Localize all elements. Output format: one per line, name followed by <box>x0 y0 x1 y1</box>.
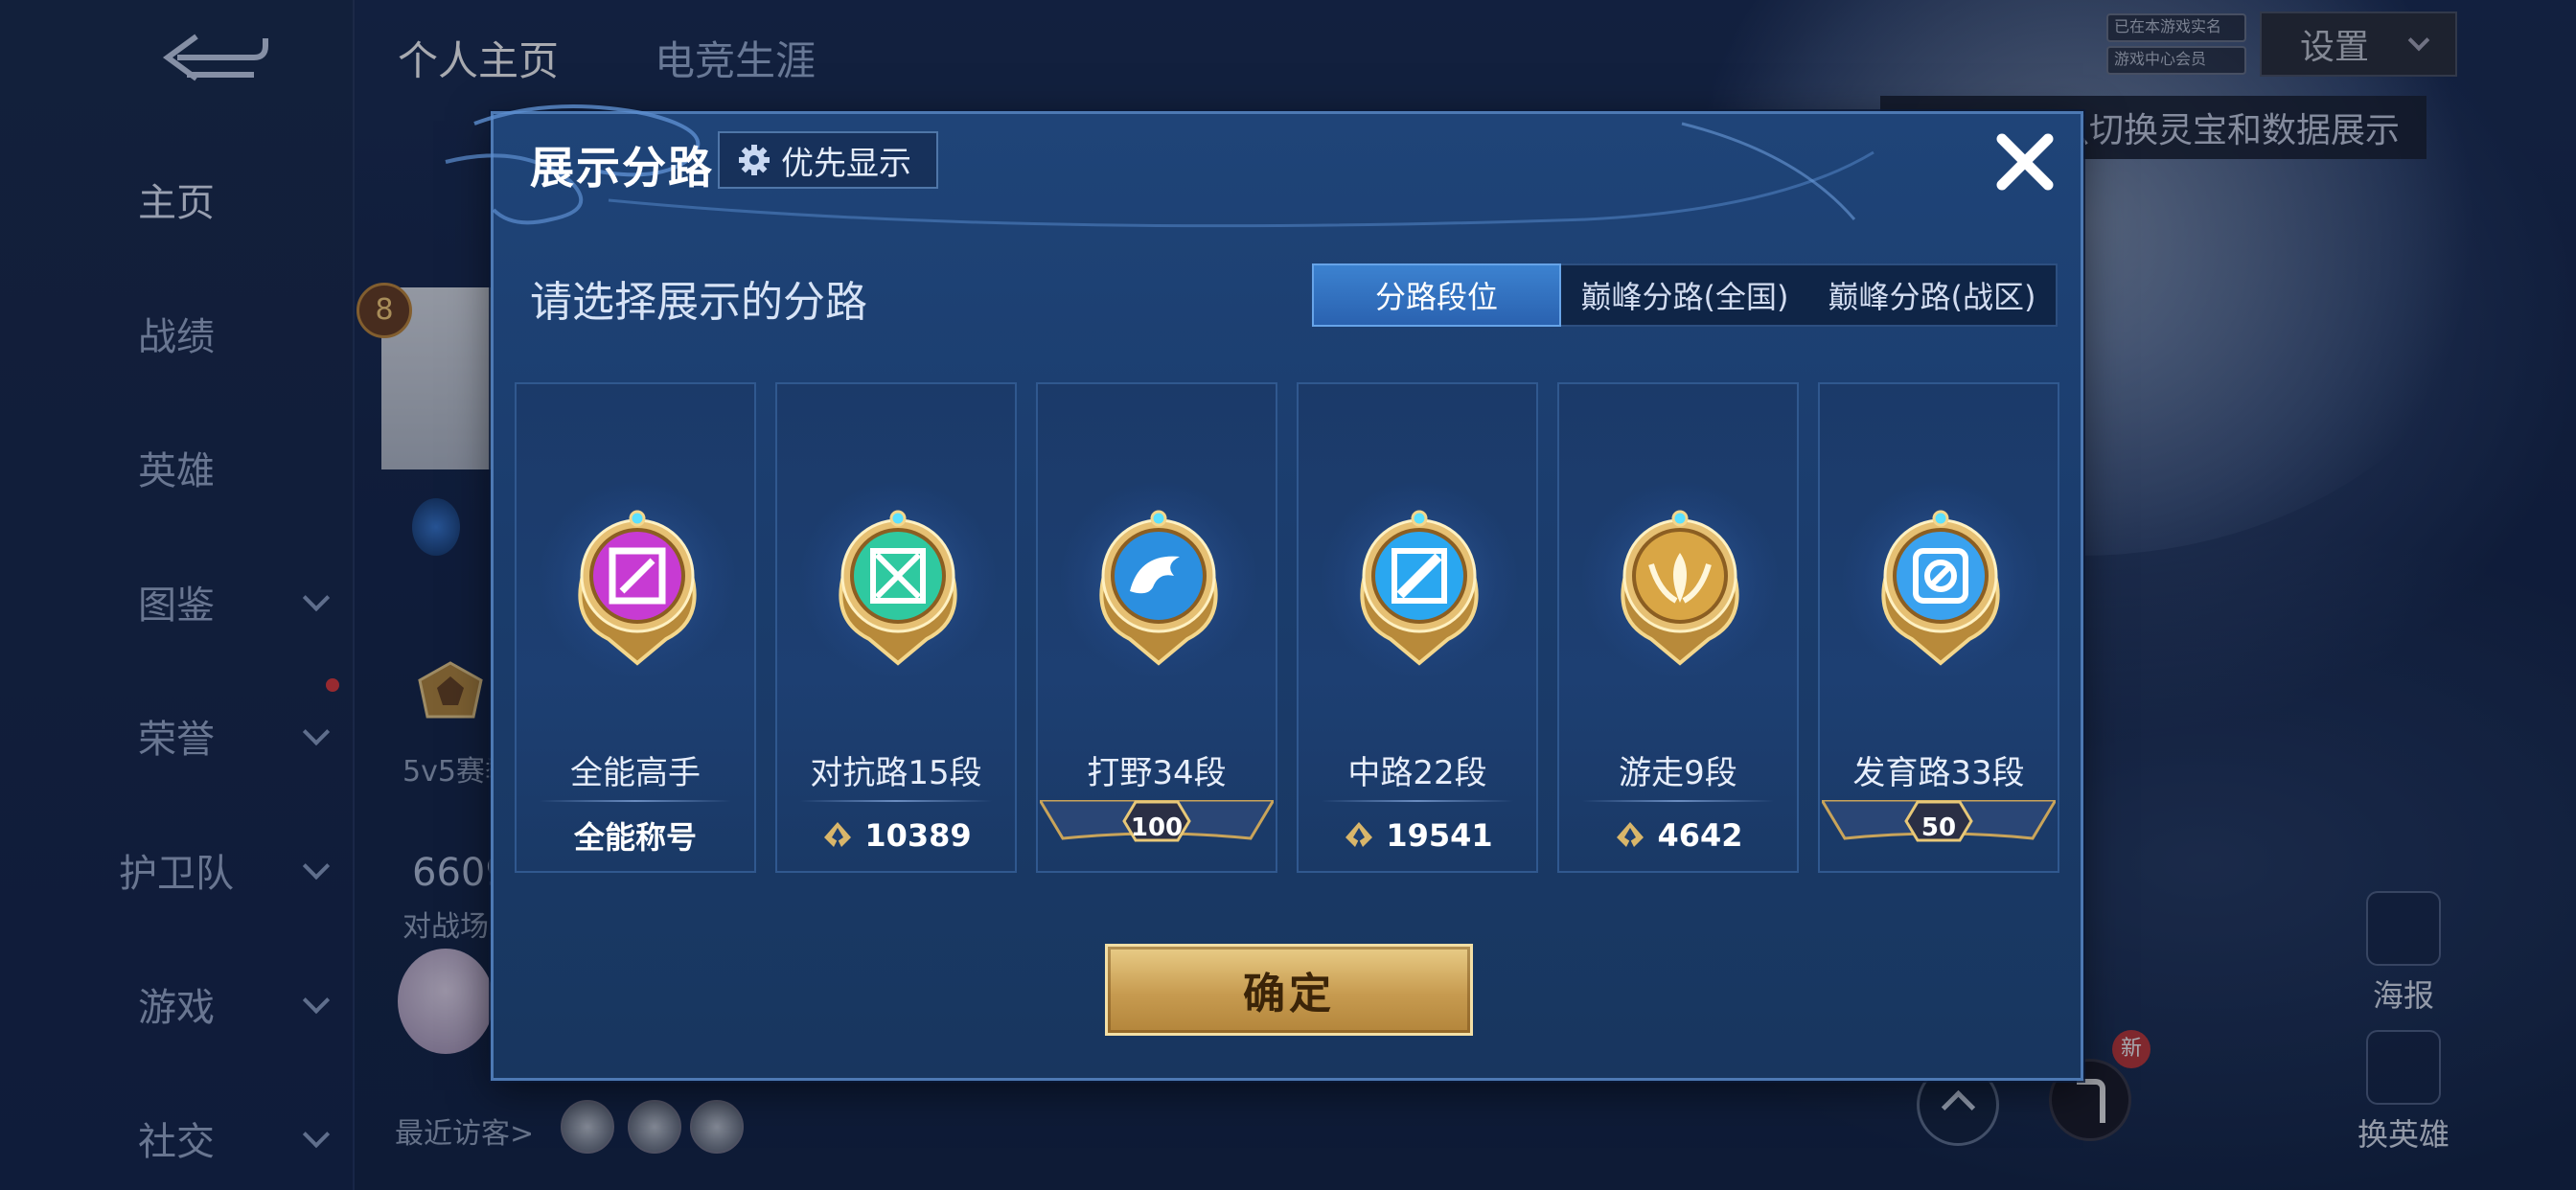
clash-lane-badge-icon <box>839 510 957 666</box>
jungle-badge-icon <box>1099 510 1218 666</box>
priority-display-button[interactable]: 优先显示 <box>718 131 938 189</box>
segment-tab[interactable]: 巅峰分路(全国) <box>1561 265 1808 325</box>
lane-name: 发育路33段 <box>1852 754 2025 792</box>
confirm-button[interactable]: 确定 <box>1105 944 1473 1036</box>
lane-card[interactable]: 对抗路15段 10389 <box>775 382 1017 873</box>
lane-points-icon <box>824 822 852 847</box>
segment-tab[interactable]: 分路段位 <box>1312 263 1562 327</box>
allround-badge-icon <box>578 510 697 666</box>
card-footer: 19541 <box>1299 800 1536 871</box>
gear-icon <box>739 145 770 175</box>
mid-lane-badge-icon <box>1360 510 1479 666</box>
title-label: 全能称号 <box>573 819 697 856</box>
lane-name: 打野34段 <box>1087 754 1227 792</box>
lane-points-icon <box>1346 822 1373 847</box>
lane-type-tabs: 分路段位 巅峰分路(全国) 巅峰分路(战区) <box>1312 263 2058 327</box>
lane-points-icon <box>1617 822 1644 847</box>
dialog-title: 展示分路 <box>530 142 714 194</box>
peak-ribbon-number: 100 <box>1130 813 1184 842</box>
lane-card[interactable]: 全能高手 全能称号 <box>515 382 756 873</box>
lane-points-value: 19541 <box>1386 817 1493 854</box>
lane-cards: 全能高手 全能称号 对抗路15段 10389 打野34段 100 中路22段 19541 游走9… <box>515 382 2069 873</box>
lane-name: 游走9段 <box>1619 754 1737 792</box>
card-footer: 全能称号 <box>517 800 754 871</box>
lane-points-value: 4642 <box>1657 817 1743 854</box>
close-icon[interactable] <box>1989 126 2061 198</box>
lane-card[interactable]: 发育路33段 50 <box>1818 382 2059 873</box>
lane-card[interactable]: 中路22段 19541 <box>1297 382 1538 873</box>
dialog-header: 展示分路 优先显示 <box>445 104 2081 228</box>
priority-label: 优先显示 <box>781 144 911 183</box>
roam-badge-icon <box>1621 510 1739 666</box>
peak-ribbon-number: 50 <box>1920 813 1957 842</box>
segment-tab[interactable]: 巅峰分路(战区) <box>1808 265 2056 325</box>
lane-name: 全能高手 <box>570 754 701 792</box>
lane-card[interactable]: 游走9段 4642 <box>1557 382 1799 873</box>
farm-lane-badge-icon <box>1881 510 2000 666</box>
dialog-subtitle: 请选择展示的分路 <box>530 278 867 327</box>
confirm-label: 确定 <box>1243 970 1335 1018</box>
lane-name: 中路22段 <box>1347 754 1487 792</box>
card-footer: 4642 <box>1559 800 1797 871</box>
lane-name: 对抗路15段 <box>810 754 982 792</box>
lane-card[interactable]: 打野34段 100 <box>1036 382 1277 873</box>
lane-display-dialog: 展示分路 优先显示 请选择展示的分路 分路段位 巅峰分路(全国) 巅峰分路(战区) … <box>445 104 2083 1081</box>
card-footer: 10389 <box>777 800 1015 871</box>
lane-points-value: 10389 <box>864 817 972 854</box>
